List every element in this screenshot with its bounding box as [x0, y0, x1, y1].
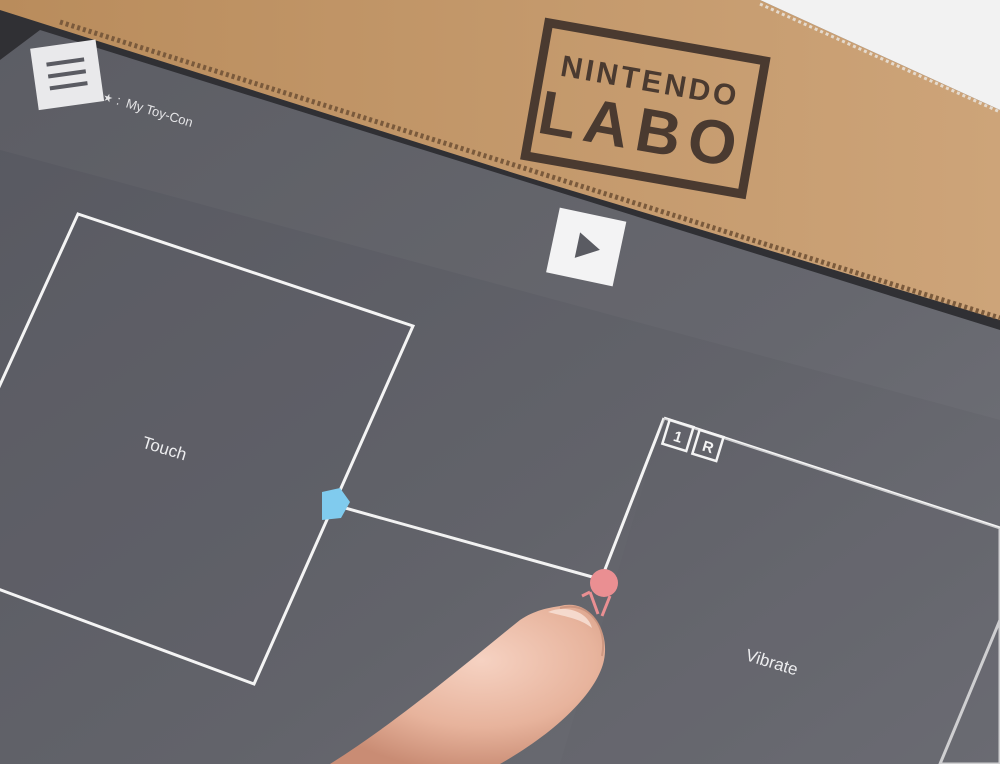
- play-button[interactable]: [546, 207, 627, 287]
- labo-garage-screen: NINTENDO LABO ★ My Toy-Con : Touch 1 R V…: [0, 0, 1000, 764]
- menu-button[interactable]: [30, 39, 105, 111]
